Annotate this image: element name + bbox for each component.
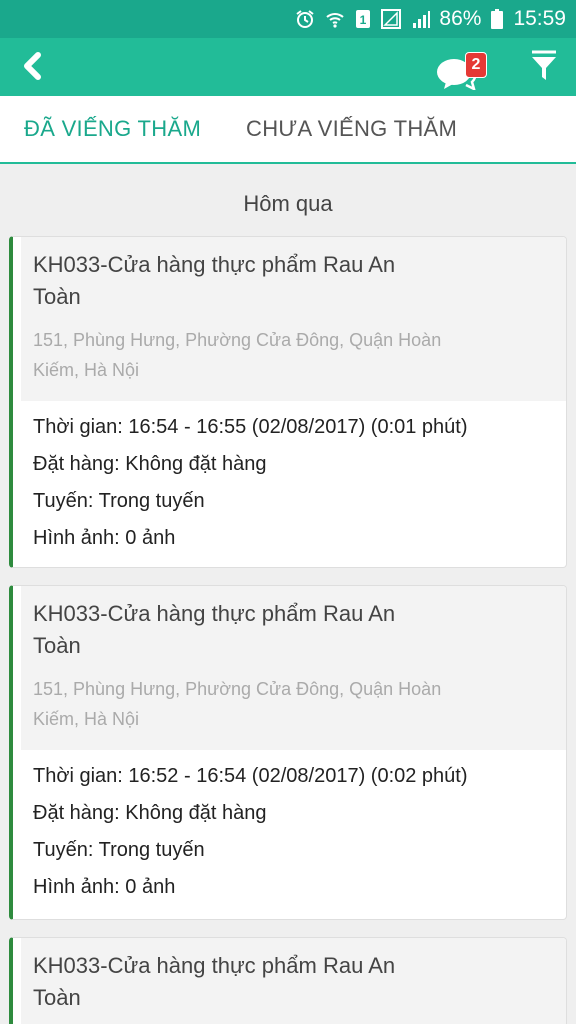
visit-card-header: KH033-Cửa hàng thực phẩm Rau An Toàn 151… xyxy=(21,586,566,750)
battery-icon xyxy=(491,9,504,29)
wifi-icon xyxy=(325,9,345,29)
store-address: 151, Phùng Hưng, Phường Cửa Đông, Quận H… xyxy=(33,330,442,380)
visit-card[interactable]: KH033-Cửa hàng thực phẩm Rau An Toàn 151… xyxy=(9,585,567,920)
visit-card[interactable]: KH033-Cửa hàng thực phẩm Rau An Toàn 151… xyxy=(9,236,567,568)
visit-card-body: Thời gian: 16:54 - 16:55 (02/08/2017) (0… xyxy=(13,401,566,565)
sim-icon: 1 xyxy=(355,9,371,29)
tab-visited[interactable]: ĐÃ VIẾNG THĂM xyxy=(24,96,201,162)
store-name: KH033-Cửa hàng thực phẩm Rau An Toàn xyxy=(33,953,396,1010)
signal-icon xyxy=(411,9,431,29)
clock: 15:59 xyxy=(513,7,566,30)
visit-images: Hình ảnh: 0 ảnh xyxy=(33,527,176,549)
tab-not-visited[interactable]: CHƯA VIẾNG THĂM xyxy=(246,96,457,162)
store-name: KH033-Cửa hàng thực phẩm Rau An Toàn xyxy=(33,252,396,309)
chevron-left-icon xyxy=(20,51,44,85)
chat-badge: 2 xyxy=(465,52,487,78)
battery-percent: 86% xyxy=(439,7,482,30)
visit-time: Thời gian: 16:54 - 16:55 (02/08/2017) (0… xyxy=(33,416,468,438)
visit-card-header: KH033-Cửa hàng thực phẩm Rau An Toàn 151… xyxy=(21,237,566,401)
chat-button[interactable]: 2 xyxy=(432,42,492,94)
visit-images: Hình ảnh: 0 ảnh xyxy=(33,876,176,898)
visit-order: Đặt hàng: Không đặt hàng xyxy=(33,802,267,824)
filter-button[interactable] xyxy=(522,46,566,90)
filter-icon xyxy=(530,50,558,87)
visit-card[interactable]: KH033-Cửa hàng thực phẩm Rau An Toàn xyxy=(9,937,567,1024)
tab-bar: ĐÃ VIẾNG THĂM CHƯA VIẾNG THĂM xyxy=(0,96,576,164)
status-bar: 1 86% 15:59 xyxy=(0,0,576,38)
visit-route: Tuyến: Trong tuyến xyxy=(33,490,205,512)
visit-route: Tuyến: Trong tuyến xyxy=(33,839,205,861)
svg-text:1: 1 xyxy=(360,13,367,27)
alarm-icon xyxy=(295,9,315,29)
signal-empty-icon xyxy=(381,9,402,29)
visit-card-body: Thời gian: 16:52 - 16:54 (02/08/2017) (0… xyxy=(13,750,566,914)
store-address: 151, Phùng Hưng, Phường Cửa Đông, Quận H… xyxy=(33,679,442,729)
store-name: KH033-Cửa hàng thực phẩm Rau An Toàn xyxy=(33,601,396,658)
app-bar: 2 xyxy=(0,38,576,96)
visit-order: Đặt hàng: Không đặt hàng xyxy=(33,453,267,475)
back-button[interactable] xyxy=(10,46,54,90)
visit-time: Thời gian: 16:52 - 16:54 (02/08/2017) (0… xyxy=(33,765,468,787)
visit-card-header: KH033-Cửa hàng thực phẩm Rau An Toàn xyxy=(21,938,566,1024)
section-header-date: Hôm qua xyxy=(243,191,333,216)
